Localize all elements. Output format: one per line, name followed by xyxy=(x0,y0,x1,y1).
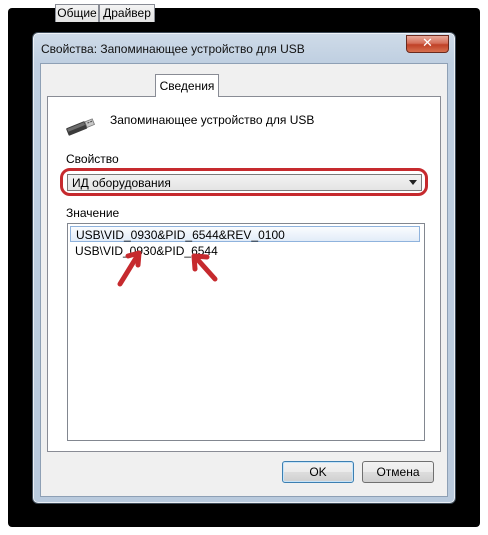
chevron-down-icon[interactable] xyxy=(409,180,417,185)
property-dropdown[interactable]: ИД оборудования xyxy=(67,174,422,191)
cancel-button[interactable]: Отмена xyxy=(362,461,434,483)
property-label: Свойство xyxy=(66,152,119,166)
tab-label: Сведения xyxy=(159,79,215,93)
usb-device-icon xyxy=(64,114,96,141)
value-label: Значение xyxy=(66,206,120,220)
ok-button-label: OK xyxy=(309,465,327,479)
tab-general[interactable]: Общие xyxy=(55,4,99,22)
tab-label: Общие xyxy=(57,6,97,20)
cancel-button-label: Отмена xyxy=(376,465,420,479)
close-icon: ✕ xyxy=(422,36,433,51)
close-button[interactable]: ✕ xyxy=(406,35,449,53)
title-bar[interactable]: Свойства: Запоминающее устройство для US… xyxy=(33,33,455,63)
list-item[interactable]: USB\VID_0930&PID_6544&REV_0100 xyxy=(70,226,420,242)
tab-driver[interactable]: Драйвер xyxy=(99,4,155,22)
tab-details[interactable]: Сведения xyxy=(155,74,219,97)
window-title: Свойства: Запоминающее устройство для US… xyxy=(41,42,305,56)
annotation-arrow-pid xyxy=(191,253,218,282)
ok-button[interactable]: OK xyxy=(282,461,354,483)
list-item-text: USB\VID_0930&PID_6544&REV_0100 xyxy=(76,228,285,242)
property-selected-value: ИД оборудования xyxy=(72,176,171,190)
annotation-arrow-vid xyxy=(117,250,142,287)
device-name: Запоминающее устройство для USB xyxy=(110,113,315,127)
tab-label: Драйвер xyxy=(103,6,151,20)
